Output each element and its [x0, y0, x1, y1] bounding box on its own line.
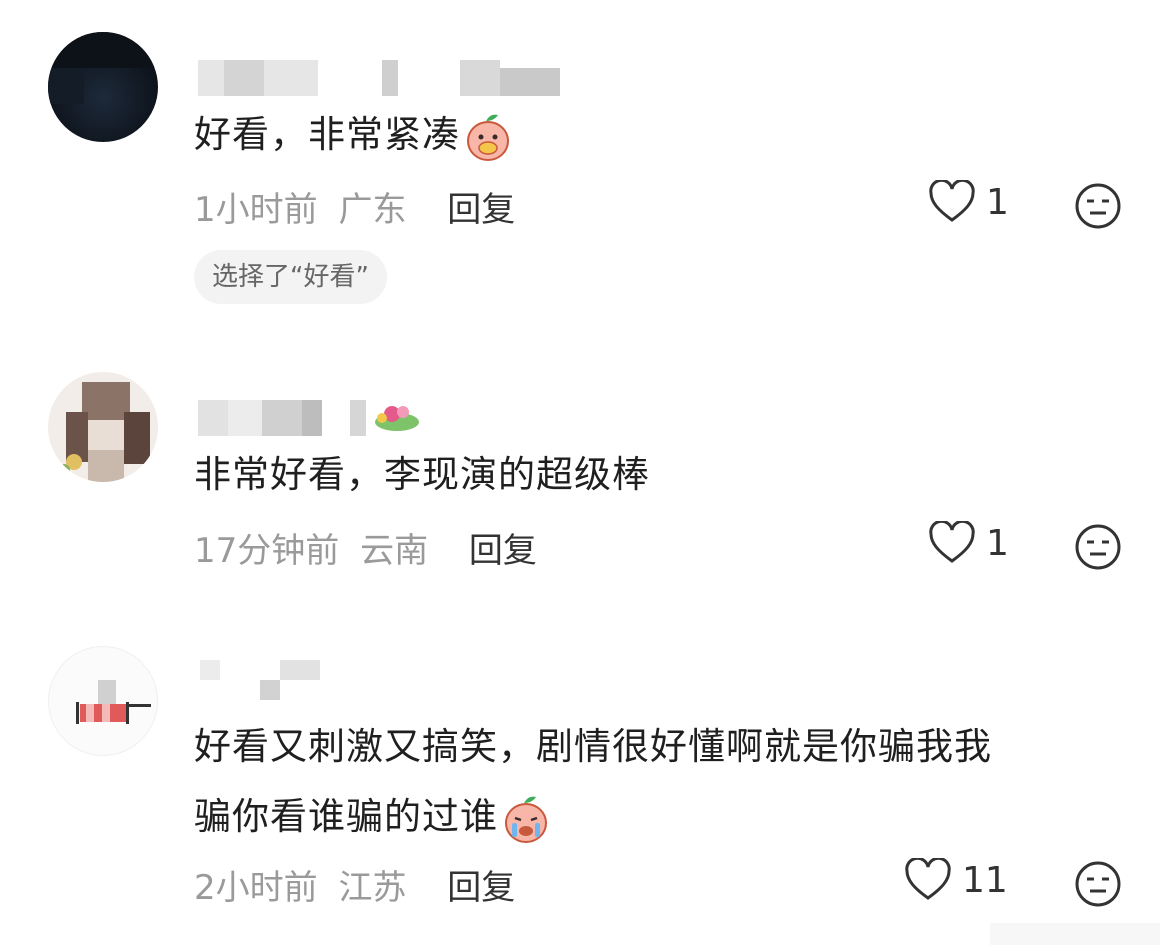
- reply-button[interactable]: 回复: [447, 868, 515, 908]
- watermark: [980, 911, 1170, 951]
- comment-text: 好看，非常紧凑: [194, 100, 514, 170]
- like-count: 1: [986, 181, 1009, 223]
- meh-face-icon: [1074, 182, 1122, 230]
- like-count: 1: [986, 522, 1009, 564]
- comment-time: 17分钟前: [194, 531, 340, 571]
- like-button[interactable]: 1: [928, 180, 1009, 224]
- like-count: 11: [962, 859, 1008, 901]
- avatar[interactable]: [48, 372, 158, 482]
- peach-crying-emoji: [500, 793, 552, 845]
- like-button[interactable]: 11: [904, 858, 1008, 902]
- comment-time: 2小时前: [194, 868, 318, 908]
- like-button[interactable]: 1: [928, 521, 1009, 565]
- comment-text-line: 骗你看谁骗的过谁: [194, 782, 992, 852]
- comment-text-line: 好看又刺激又搞笑，剧情很好懂啊就是你骗我我: [194, 725, 992, 768]
- comment-meta: 1小时前 广东 回复: [194, 182, 515, 231]
- heart-outline-icon: [904, 858, 952, 902]
- meh-face-icon: [1074, 860, 1122, 908]
- username-blurred[interactable]: [198, 660, 578, 700]
- comment-meta: 2小时前 江苏 回复: [194, 860, 515, 909]
- comment-location: 云南: [360, 531, 429, 571]
- reply-button[interactable]: 回复: [447, 190, 515, 230]
- comment-time: 1小时前: [194, 190, 318, 230]
- avatar[interactable]: [48, 32, 158, 142]
- comment-meta: 17分钟前 云南 回复: [194, 523, 537, 572]
- heart-outline-icon: [928, 180, 976, 224]
- avatar[interactable]: [48, 646, 158, 756]
- comment-location: 江苏: [338, 868, 407, 908]
- reply-button[interactable]: 回复: [469, 531, 537, 571]
- dislike-button[interactable]: [1074, 182, 1122, 230]
- heart-outline-icon: [928, 521, 976, 565]
- comment-text: 好看又刺激又搞笑，剧情很好懂啊就是你骗我我 骗你看谁骗的过谁: [194, 712, 992, 852]
- dislike-button[interactable]: [1074, 523, 1122, 571]
- dislike-button[interactable]: [1074, 860, 1122, 908]
- comment-text: 非常好看，李现演的超级棒: [194, 453, 650, 496]
- username-blurred[interactable]: [198, 60, 578, 96]
- peach-eating-emoji: [462, 111, 514, 163]
- comment-location: 广东: [338, 190, 407, 230]
- meh-face-icon: [1074, 523, 1122, 571]
- vote-chip[interactable]: 选择了“好看”: [194, 250, 387, 304]
- flower-badge: [372, 400, 422, 434]
